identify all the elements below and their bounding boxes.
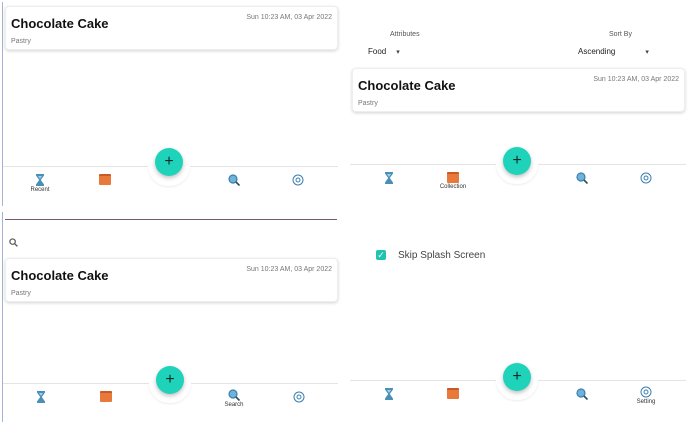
setting-screen: ✓ Skip Splash Screen Setting + (350, 212, 686, 422)
skip-splash-checkbox[interactable]: ✓ (376, 250, 386, 260)
card-title: Chocolate Cake (358, 78, 456, 93)
hourglass-icon (385, 172, 393, 184)
settings-icon (293, 391, 305, 403)
card-title: Chocolate Cake (11, 16, 109, 31)
sort-value: Ascending (578, 47, 616, 56)
search-input[interactable] (9, 234, 18, 252)
nav-setting[interactable] (631, 172, 661, 184)
skip-splash-label: Skip Splash Screen (398, 250, 486, 261)
card-category: Pastry (358, 100, 378, 107)
nav-setting[interactable]: Setting (631, 386, 661, 405)
add-icon: + (164, 153, 174, 170)
add-button[interactable]: + (503, 363, 531, 391)
nav-recent-label: Recent (30, 187, 50, 193)
card-category: Pastry (11, 38, 31, 45)
search-icon (228, 174, 240, 186)
recipe-card[interactable]: Chocolate Cake Sun 10:23 AM, 03 Apr 2022… (5, 258, 338, 302)
add-button[interactable]: + (503, 147, 531, 175)
card-date: Sun 10:23 AM, 03 Apr 2022 (246, 14, 332, 21)
nav-setting[interactable] (284, 391, 314, 403)
sort-dropdown[interactable]: Ascending ▾ (578, 47, 649, 56)
nav-collection[interactable] (438, 388, 468, 399)
nav-setting-label: Setting (636, 399, 656, 405)
nav-collection[interactable]: Collection (438, 172, 468, 190)
add-button[interactable]: + (156, 366, 184, 394)
nav-collection[interactable] (91, 391, 121, 402)
recipe-card[interactable]: Chocolate Cake Sun 10:23 AM, 03 Apr 2022… (5, 6, 338, 50)
settings-icon (640, 172, 652, 184)
card-date: Sun 10:23 AM, 03 Apr 2022 (246, 266, 332, 273)
hourglass-icon (37, 391, 45, 403)
nav-setting[interactable] (283, 174, 313, 186)
add-button[interactable]: + (155, 148, 183, 176)
nav-recent[interactable] (374, 388, 404, 400)
folder-icon (100, 391, 112, 402)
sort-by-label: Sort By (609, 31, 632, 38)
card-category: Pastry (11, 290, 31, 297)
search-icon (576, 388, 588, 400)
nav-search[interactable] (567, 172, 597, 184)
nav-search[interactable] (567, 388, 597, 400)
folder-icon (447, 388, 459, 399)
nav-search[interactable] (219, 174, 249, 186)
checkbox-checked-icon: ✓ (377, 250, 385, 260)
search-icon (228, 389, 240, 401)
nav-search-label: Search (224, 402, 244, 408)
nav-collection[interactable] (90, 174, 120, 185)
dropdown-caret-icon: ▾ (645, 49, 649, 56)
dropdown-caret-icon: ▾ (396, 49, 400, 56)
nav-recent[interactable]: Recent (25, 174, 55, 193)
add-icon: + (512, 152, 522, 169)
collection-screen: Attributes Sort By Food ▾ Ascending ▾ Choc… (350, 2, 686, 206)
settings-icon (292, 174, 304, 186)
attributes-value: Food (368, 47, 387, 56)
attributes-label: Attributes (390, 31, 420, 38)
nav-collection-label: Collection (439, 184, 467, 190)
folder-icon (99, 174, 111, 185)
nav-search[interactable]: Search (219, 389, 249, 408)
recipe-card[interactable]: Chocolate Cake Sun 10:23 AM, 03 Apr 2022… (352, 68, 685, 112)
search-icon (576, 172, 588, 184)
search-screen: Chocolate Cake Sun 10:23 AM, 03 Apr 2022… (2, 212, 338, 424)
attributes-dropdown[interactable]: Food ▾ (368, 47, 400, 56)
add-icon: + (165, 371, 175, 388)
settings-icon (640, 386, 652, 398)
card-title: Chocolate Cake (11, 268, 109, 283)
recent-screen: Chocolate Cake Sun 10:23 AM, 03 Apr 2022… (2, 2, 338, 207)
search-icon (9, 238, 18, 247)
nav-recent[interactable] (374, 172, 404, 184)
nav-recent[interactable] (26, 391, 56, 403)
hourglass-icon (36, 174, 44, 186)
search-field-underline (5, 219, 337, 220)
add-icon: + (512, 368, 522, 385)
hourglass-icon (385, 388, 393, 400)
card-date: Sun 10:23 AM, 03 Apr 2022 (593, 76, 679, 83)
folder-icon (447, 172, 459, 183)
